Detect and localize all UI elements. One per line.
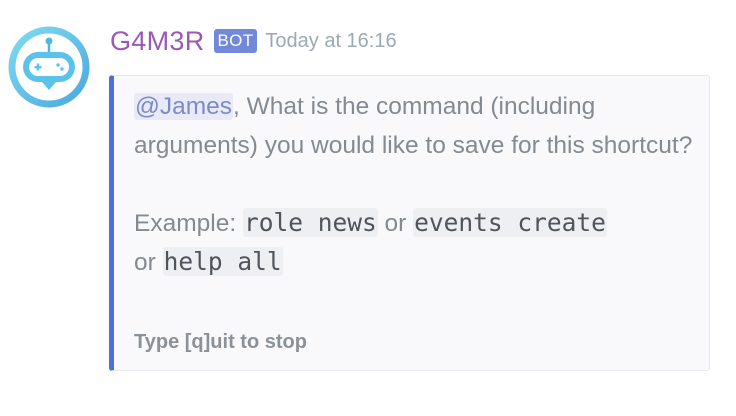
or-text: or xyxy=(377,209,414,237)
message-timestamp[interactable]: Today at 16:16 xyxy=(265,30,396,53)
code-example-events-create: events create xyxy=(413,207,607,237)
author-name[interactable]: G4M3R xyxy=(110,26,205,57)
example-prefix: Example: xyxy=(134,209,243,237)
embed: @James, What is the command (including a… xyxy=(109,75,710,371)
user-mention[interactable]: @James xyxy=(134,93,234,120)
example-paragraph: Example: role news or events create or he… xyxy=(134,204,699,283)
code-example-role-news: role news xyxy=(242,207,378,237)
message-header: G4M3R BOT Today at 16:16 xyxy=(110,22,397,60)
gamepad-robot-icon xyxy=(8,26,90,108)
embed-footer: Type [q]uit to stop xyxy=(134,331,307,353)
question-paragraph: @James, What is the command (including a… xyxy=(134,88,699,165)
embed-description: @James, What is the command (including a… xyxy=(134,88,699,283)
bot-badge: BOT xyxy=(213,29,258,53)
code-example-help-all: help all xyxy=(162,247,283,276)
avatar[interactable] xyxy=(8,26,90,108)
or-text: or xyxy=(134,249,163,276)
